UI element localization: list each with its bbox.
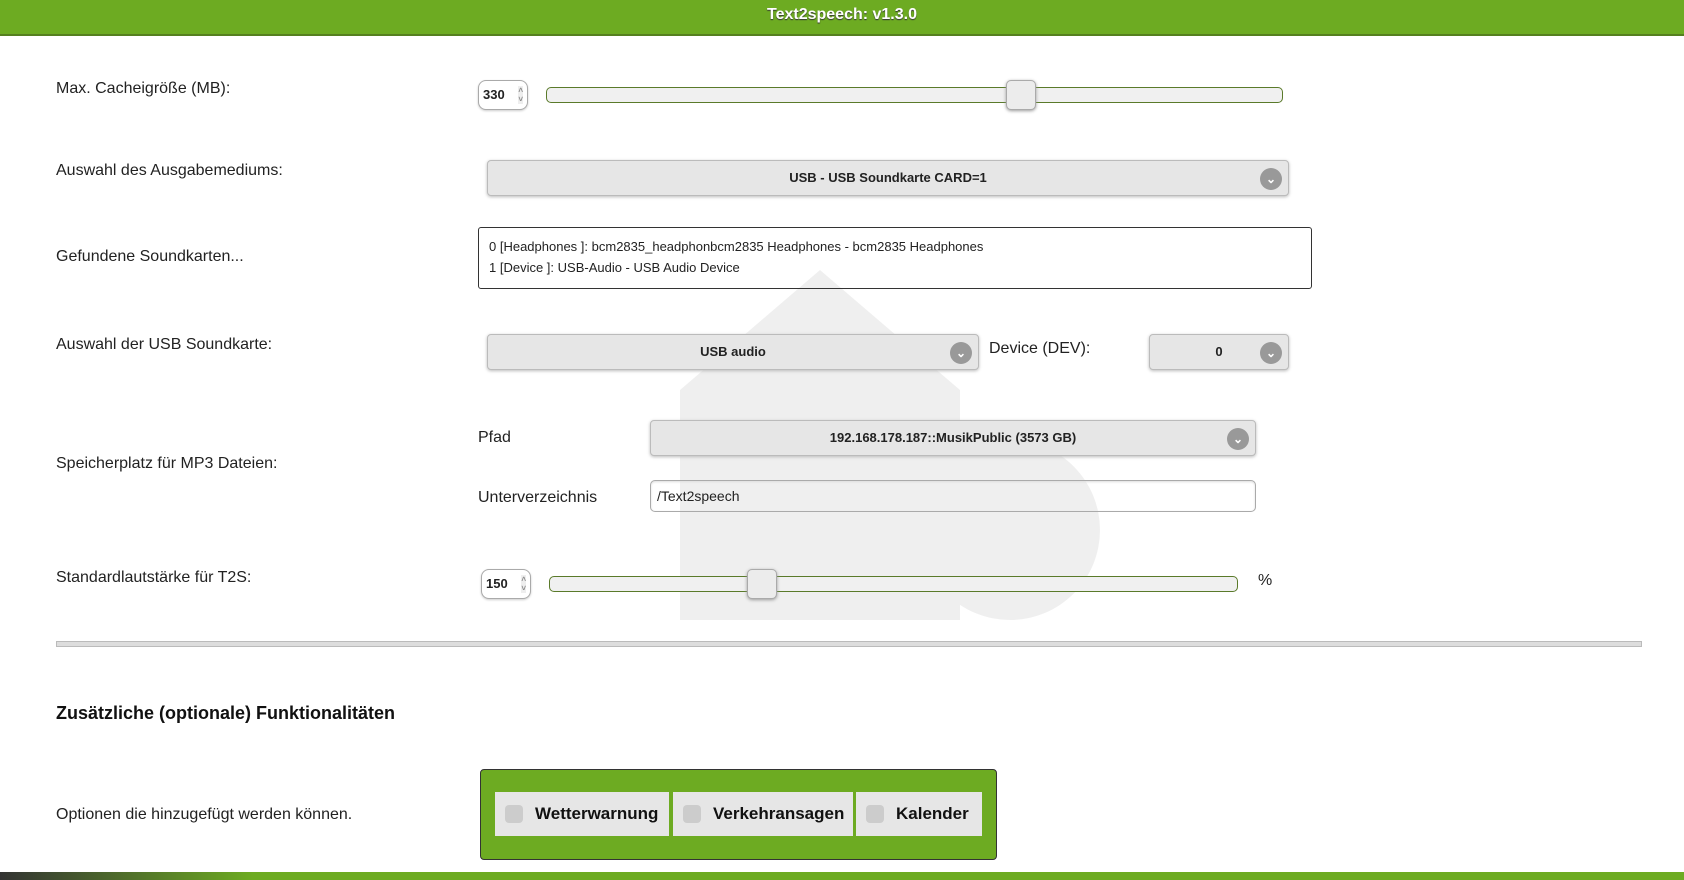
app-header: Text2speech: v1.3.0 [0, 0, 1684, 36]
option-label: Kalender [896, 804, 969, 823]
soundcard-line: 1 [Device ]: USB-Audio - USB Audio Devic… [489, 260, 740, 275]
volume-input[interactable]: 150 ˄ ˅ [481, 569, 531, 599]
path-label: Pfad [478, 429, 511, 446]
usb-selected: USB audio [700, 344, 766, 359]
path-select[interactable]: 192.168.178.187::MusikPublic (3573 GB) ⌄ [650, 420, 1256, 456]
extras-label: Optionen die hinzugefügt werden können. [56, 806, 353, 823]
chevron-down-icon: ⌄ [1227, 428, 1249, 450]
cache-slider[interactable] [546, 87, 1283, 103]
soundcard-line: 0 [Headphones ]: bcm2835_headphonbcm2835… [489, 239, 984, 254]
usb-select[interactable]: USB audio ⌄ [487, 334, 979, 370]
checkbox-icon[interactable] [866, 805, 884, 823]
spinner-icon[interactable]: ˄ ˅ [518, 86, 523, 104]
checkbox-icon[interactable] [505, 805, 523, 823]
app-title: Text2speech: v1.3.0 [766, 6, 917, 23]
usb-label: Auswahl der USB Soundkarte: [56, 336, 273, 353]
option-label: Wetterwarnung [535, 804, 659, 823]
device-label: Device (DEV): [989, 340, 1091, 357]
volume-slider[interactable] [549, 576, 1238, 592]
cache-slider-thumb[interactable] [1005, 80, 1036, 110]
options-group: Wetterwarnung Verkehransagen Kalender [480, 769, 997, 860]
spinner-icon[interactable]: ˄ ˅ [521, 575, 526, 593]
option-kalender[interactable]: Kalender [856, 792, 982, 836]
section-divider [56, 641, 1642, 647]
option-label: Verkehransagen [713, 804, 845, 823]
device-selected: 0 [1215, 344, 1223, 359]
checkbox-icon[interactable] [683, 805, 701, 823]
output-label: Auswahl des Ausgabemediums: [56, 162, 283, 179]
extras-heading: Zusätzliche (optionale) Funktionalitäten [56, 703, 396, 723]
chevron-down-icon: ⌄ [1260, 342, 1282, 364]
path-selected: 192.168.178.187::MusikPublic (3573 GB) [829, 430, 1077, 445]
volume-label: Standardlautstärke für T2S: [56, 569, 252, 586]
soundcards-label: Gefundene Soundkarten... [56, 248, 244, 265]
volume-unit: % [1258, 572, 1273, 589]
chevron-down-icon: ⌄ [1260, 168, 1282, 190]
storage-label: Speicherplatz für MP3 Dateien: [56, 455, 278, 472]
volume-slider-thumb[interactable] [746, 569, 777, 599]
soundcards-textarea[interactable]: 0 [Headphones ]: bcm2835_headphonbcm2835… [478, 227, 1312, 289]
cache-input[interactable]: 330 ˄ ˅ [478, 80, 528, 110]
option-wetterwarnung[interactable]: Wetterwarnung [495, 792, 669, 836]
subdir-label: Unterverzeichnis [478, 489, 598, 506]
device-select[interactable]: 0 ⌄ [1149, 334, 1289, 370]
cache-label: Max. Cacheigröße (MB): [56, 80, 231, 97]
subdir-input[interactable]: /Text2speech [650, 480, 1256, 512]
footer-bar [0, 872, 1684, 880]
output-select[interactable]: USB - USB Soundkarte CARD=1 ⌄ [487, 160, 1289, 196]
option-verkehransagen[interactable]: Verkehransagen [673, 792, 853, 836]
output-selected: USB - USB Soundkarte CARD=1 [789, 170, 987, 185]
volume-value: 150 [486, 576, 508, 591]
cache-value: 330 [483, 87, 505, 102]
chevron-down-icon: ⌄ [950, 342, 972, 364]
